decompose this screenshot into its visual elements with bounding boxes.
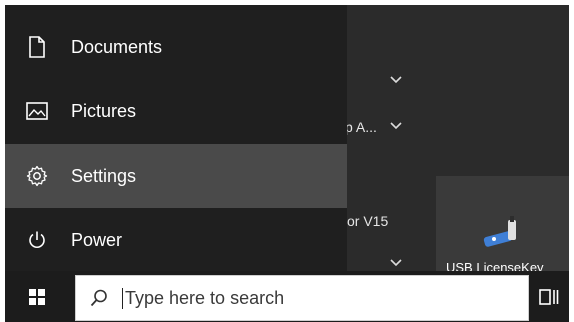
gear-icon (5, 144, 69, 208)
chevron-down-icon[interactable] (390, 75, 402, 85)
start-button[interactable] (5, 271, 69, 322)
tile-label: USB LicenseKey (446, 260, 544, 271)
menu-item-power[interactable]: Power (5, 208, 347, 272)
menu-item-label: Settings (71, 165, 137, 186)
taskbar (5, 271, 569, 322)
menu-item-label: Power (71, 229, 123, 250)
menu-item-documents[interactable]: Documents (5, 15, 347, 79)
task-view-button[interactable] (529, 271, 569, 322)
menu-item-label: Documents (71, 36, 163, 57)
power-icon (5, 208, 69, 272)
task-view-icon (539, 288, 559, 305)
screen: p A... itor V15 USB LicenseKey Documents… (0, 0, 574, 322)
menu-item-settings[interactable]: Settings (5, 144, 347, 208)
app-tile-usb-licensekey[interactable]: USB LicenseKey (436, 176, 569, 271)
search-box[interactable] (75, 275, 529, 321)
pictures-icon (5, 79, 69, 143)
windows-logo-icon (29, 288, 45, 305)
chevron-down-icon[interactable] (390, 121, 402, 131)
document-icon (5, 15, 69, 79)
search-icon (76, 288, 122, 308)
start-menu-left-panel: Documents Pictures Settings Power (5, 5, 347, 271)
menu-item-pictures[interactable]: Pictures (5, 79, 347, 143)
chevron-down-icon[interactable] (390, 258, 402, 268)
menu-item-label: Pictures (71, 100, 137, 121)
app-list-item-label[interactable]: p A... (345, 119, 377, 135)
usb-key-icon (483, 216, 516, 247)
app-list-item-label[interactable]: itor V15 (340, 213, 388, 229)
search-input[interactable] (122, 287, 505, 309)
